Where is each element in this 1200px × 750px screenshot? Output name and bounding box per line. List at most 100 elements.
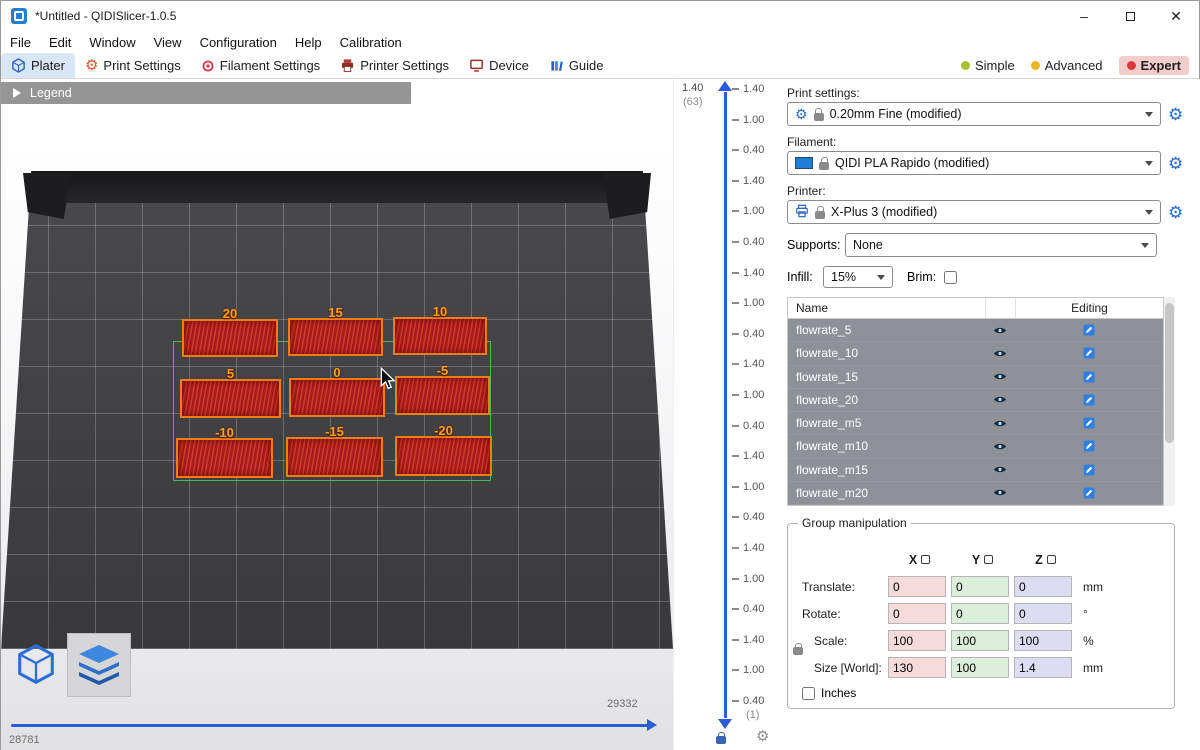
guide-books-icon [549, 58, 564, 73]
advanced-mode-dot-icon [1031, 61, 1040, 70]
print-object[interactable]: 15 [288, 318, 383, 356]
menu-view[interactable]: View [145, 35, 191, 50]
print-object[interactable]: 20 [182, 319, 278, 357]
print-object[interactable]: -20 [395, 436, 492, 476]
translate-y-input[interactable] [951, 576, 1009, 597]
print-object[interactable]: -10 [176, 438, 273, 478]
supports-select[interactable]: None [845, 233, 1157, 257]
size-z-input[interactable] [1014, 657, 1072, 678]
menu-configuration[interactable]: Configuration [191, 35, 286, 50]
eye-icon[interactable] [985, 349, 1015, 358]
print-object[interactable]: -15 [286, 437, 383, 477]
object-list-row[interactable]: flowrate_m10 [788, 435, 1163, 458]
menu-calibration[interactable]: Calibration [331, 35, 411, 50]
layer-slider[interactable] [724, 92, 727, 718]
object-list-row[interactable]: flowrate_10 [788, 342, 1163, 365]
menu-help[interactable]: Help [286, 35, 331, 50]
mode-expert[interactable]: Expert [1119, 56, 1189, 75]
object-list-row[interactable]: flowrate_m20 [788, 482, 1163, 505]
slider-lock-icon[interactable] [716, 731, 726, 749]
close-button[interactable]: ✕ [1153, 1, 1199, 31]
eye-icon[interactable] [985, 442, 1015, 451]
mode-simple[interactable]: Simple [961, 58, 1015, 73]
scale-z-input[interactable] [1014, 630, 1072, 651]
object-list-scrollbar[interactable] [1164, 297, 1175, 506]
filament-select[interactable]: QIDI PLA Rapido (modified) [787, 151, 1161, 175]
menu-edit[interactable]: Edit [40, 35, 80, 50]
print-object[interactable]: 5 [180, 379, 281, 418]
view-cube-button[interactable] [7, 635, 65, 693]
edit-icon[interactable] [1015, 464, 1163, 476]
inches-checkbox[interactable] [802, 687, 815, 700]
rotate-z-input[interactable] [1014, 603, 1072, 624]
eye-icon[interactable] [985, 419, 1015, 428]
lock-icon [814, 113, 824, 121]
edit-icon[interactable] [1015, 394, 1163, 406]
rotate-x-input[interactable] [888, 603, 946, 624]
eye-icon[interactable] [985, 488, 1015, 497]
print-object[interactable]: -5 [395, 376, 490, 415]
object-name: flowrate_m15 [788, 463, 985, 477]
object-list-row[interactable]: flowrate_m15 [788, 459, 1163, 482]
eye-icon[interactable] [985, 395, 1015, 404]
legend-bar[interactable]: Legend [1, 82, 411, 104]
infill-select[interactable]: 15% [823, 266, 893, 288]
layer-slider-bottom-handle[interactable] [718, 719, 732, 729]
print-object[interactable]: 0 [289, 378, 385, 417]
eye-icon[interactable] [985, 465, 1015, 474]
slider-settings-icon[interactable]: ⚙ [756, 727, 769, 745]
maximize-button[interactable] [1107, 1, 1153, 31]
layers-view-button[interactable] [67, 633, 131, 697]
tab-guide[interactable]: Guide [539, 53, 614, 78]
column-header-visibility [985, 298, 1015, 318]
printer-gear-button[interactable]: ⚙ [1168, 204, 1183, 221]
tab-device[interactable]: Device [459, 53, 539, 78]
mode-advanced[interactable]: Advanced [1031, 58, 1103, 73]
printer-select[interactable]: X-Plus 3 (modified) [787, 200, 1161, 224]
eye-icon[interactable] [985, 326, 1015, 335]
object-list-row[interactable]: flowrate_20 [788, 389, 1163, 412]
object-flowrate-label: 10 [395, 304, 485, 319]
object-list-row[interactable]: flowrate_15 [788, 366, 1163, 389]
layer-slider-top-handle[interactable] [718, 81, 732, 91]
object-list-row[interactable]: flowrate_m5 [788, 412, 1163, 435]
size-y-input[interactable] [951, 657, 1009, 678]
print-object[interactable]: 10 [393, 317, 487, 355]
menu-window[interactable]: Window [80, 35, 144, 50]
print-settings-select[interactable]: ⚙ 0.20mm Fine (modified) [787, 102, 1161, 126]
plater-cube-icon [11, 58, 26, 73]
object-flowrate-label: -20 [397, 423, 490, 438]
tab-print-settings[interactable]: ⚙ Print Settings [75, 53, 191, 78]
viewport-3d[interactable]: 20151050-5-10-15-20 Legend 29332 [1, 79, 673, 750]
layer-slider-top-height: 1.40 [682, 82, 703, 94]
filament-gear-button[interactable]: ⚙ [1168, 155, 1183, 172]
layer-tick: 1.00 [732, 297, 764, 309]
scale-y-input[interactable] [951, 630, 1009, 651]
edit-icon[interactable] [1015, 324, 1163, 336]
edit-icon[interactable] [1015, 417, 1163, 429]
edit-icon[interactable] [1015, 440, 1163, 452]
scale-x-input[interactable] [888, 630, 946, 651]
edit-icon[interactable] [1015, 371, 1163, 383]
minimize-button[interactable]: – [1061, 1, 1107, 31]
scrollbar-thumb[interactable] [1165, 303, 1174, 443]
edit-icon[interactable] [1015, 487, 1163, 499]
horizontal-slider-arrow-icon[interactable] [647, 719, 657, 731]
tab-printer-settings[interactable]: Printer Settings [330, 53, 459, 78]
size-x-input[interactable] [888, 657, 946, 678]
uniform-scale-lock-icon[interactable] [793, 642, 803, 660]
tab-plater[interactable]: Plater [1, 53, 75, 78]
eye-icon[interactable] [985, 372, 1015, 381]
tab-filament-settings[interactable]: Filament Settings [191, 53, 330, 78]
object-list-row[interactable]: flowrate_5 [788, 319, 1163, 342]
brim-checkbox[interactable] [944, 271, 957, 284]
object-name: flowrate_m20 [788, 486, 985, 500]
chevron-down-icon [1145, 210, 1153, 215]
print-settings-gear-button[interactable]: ⚙ [1168, 106, 1183, 123]
translate-z-input[interactable] [1014, 576, 1072, 597]
translate-x-input[interactable] [888, 576, 946, 597]
menu-file[interactable]: File [1, 35, 40, 50]
horizontal-move-slider[interactable] [11, 724, 649, 727]
edit-icon[interactable] [1015, 347, 1163, 359]
rotate-y-input[interactable] [951, 603, 1009, 624]
